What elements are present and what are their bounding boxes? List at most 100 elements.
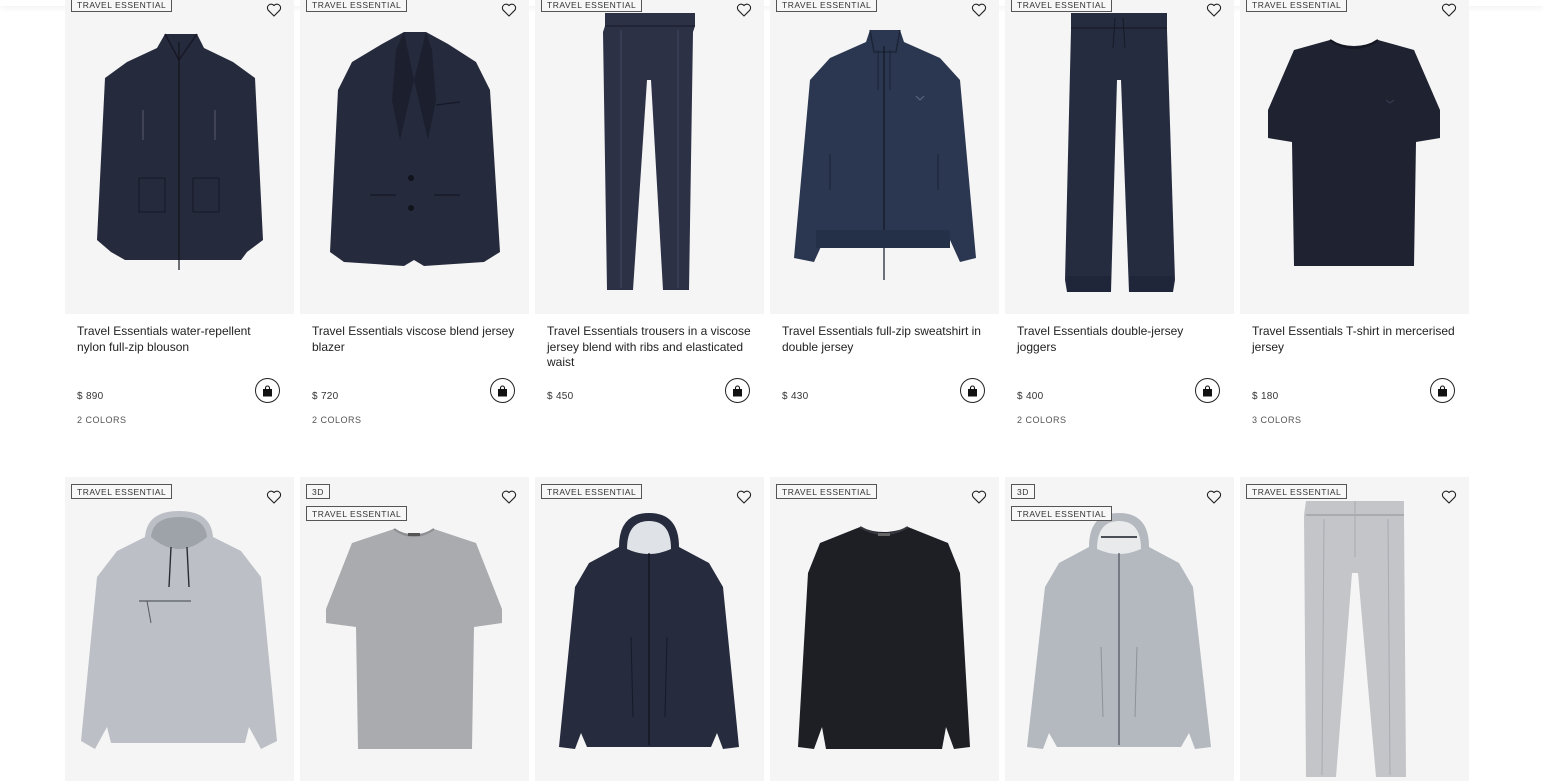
garment-trousers-grey-image <box>1304 501 1406 777</box>
product-title[interactable]: Travel Essentials full-zip sweatshirt in… <box>782 324 987 355</box>
garment-sweater-image <box>798 526 970 749</box>
product-colors: 2 COLORS <box>77 415 127 425</box>
product-image[interactable]: 3D TRAVEL ESSENTIAL <box>1005 477 1234 781</box>
heart-icon[interactable] <box>736 489 752 505</box>
garment-sweatshirt-image <box>794 29 976 280</box>
product-colors: 2 COLORS <box>1017 415 1067 425</box>
product-tags: TRAVEL ESSENTIAL <box>306 0 408 12</box>
product-image[interactable]: TRAVEL ESSENTIAL <box>65 477 294 781</box>
product-colors: 3 COLORS <box>1252 415 1302 425</box>
shopping-bag-icon <box>498 384 507 396</box>
product-tags: TRAVEL ESSENTIAL <box>541 0 643 12</box>
garment-hoodie-image <box>81 511 277 749</box>
product-tag: TRAVEL ESSENTIAL <box>1011 0 1113 12</box>
garment-blazer-image <box>330 32 500 266</box>
garment-tshirt-grey-image <box>326 528 502 749</box>
product-tags: TRAVEL ESSENTIAL <box>71 484 173 499</box>
product-title[interactable]: Travel Essentials viscose blend jersey b… <box>312 324 517 355</box>
add-to-bag-button[interactable] <box>490 378 515 403</box>
product-image[interactable]: TRAVEL ESSENTIAL <box>1240 477 1469 781</box>
add-to-bag-button[interactable] <box>725 378 750 403</box>
product-card[interactable]: TRAVEL ESSENTIAL <box>1240 477 1469 781</box>
garment-joggers-image <box>1065 13 1175 292</box>
add-to-bag-button[interactable] <box>960 378 985 403</box>
product-image[interactable]: TRAVEL ESSENTIAL <box>535 0 764 314</box>
product-image[interactable]: TRAVEL ESSENTIAL <box>65 0 294 314</box>
product-tag: TRAVEL ESSENTIAL <box>541 0 643 12</box>
product-card[interactable]: TRAVEL ESSENTIAL <box>65 477 294 781</box>
product-tag: TRAVEL ESSENTIAL <box>71 0 173 12</box>
product-tag: TRAVEL ESSENTIAL <box>1246 0 1348 12</box>
product-title[interactable]: Travel Essentials double-jersey joggers <box>1017 324 1222 355</box>
product-title[interactable]: Travel Essentials trousers in a viscose … <box>547 324 752 371</box>
product-tags: TRAVEL ESSENTIAL <box>541 484 643 499</box>
product-grid-row-1: TRAVEL ESSENTIAL Travel Essentials water… <box>65 0 1469 467</box>
product-price: $ 450 <box>547 391 574 402</box>
product-card[interactable]: TRAVEL ESSENTIAL <box>535 477 764 781</box>
product-card[interactable]: 3D TRAVEL ESSENTIAL <box>1005 477 1234 781</box>
product-tags: TRAVEL ESSENTIAL <box>71 0 173 12</box>
add-to-bag-button[interactable] <box>1195 378 1220 403</box>
shopping-bag-icon <box>733 384 742 396</box>
product-price: $ 430 <box>782 391 809 402</box>
shopping-bag-icon <box>263 384 272 396</box>
product-image[interactable]: TRAVEL ESSENTIAL <box>535 477 764 781</box>
shopping-bag-icon <box>968 384 977 396</box>
product-tag: 3D <box>1011 484 1035 499</box>
add-to-bag-button[interactable] <box>255 378 280 403</box>
product-image[interactable]: TRAVEL ESSENTIAL <box>1240 0 1469 314</box>
garment-tshirt-image <box>1268 39 1440 266</box>
product-colors: 2 COLORS <box>312 415 362 425</box>
heart-icon[interactable] <box>501 489 517 505</box>
product-tags: TRAVEL ESSENTIAL <box>776 0 878 12</box>
product-tag: TRAVEL ESSENTIAL <box>306 506 408 521</box>
product-card[interactable]: TRAVEL ESSENTIAL Travel Essentials water… <box>65 0 294 467</box>
product-price: $ 890 <box>77 391 104 402</box>
garment-trousers-image <box>603 13 695 290</box>
product-tags: TRAVEL ESSENTIAL <box>1246 484 1348 499</box>
product-tags: TRAVEL ESSENTIAL <box>1011 0 1113 12</box>
product-image[interactable]: TRAVEL ESSENTIAL <box>770 477 999 781</box>
product-card[interactable]: TRAVEL ESSENTIAL Travel Essentials trous… <box>535 0 764 467</box>
add-to-bag-button[interactable] <box>1430 378 1455 403</box>
product-grid-row-2: TRAVEL ESSENTIAL 3D TRAVEL ESSENTIAL TRA… <box>65 477 1469 781</box>
heart-icon[interactable] <box>1441 489 1457 505</box>
product-card[interactable]: TRAVEL ESSENTIAL Travel Essentials full-… <box>770 0 999 467</box>
shopping-bag-icon <box>1438 384 1447 396</box>
product-price: $ 400 <box>1017 391 1044 402</box>
heart-icon[interactable] <box>266 489 282 505</box>
heart-icon[interactable] <box>501 2 517 18</box>
product-price: $ 720 <box>312 391 339 402</box>
heart-icon[interactable] <box>971 2 987 18</box>
product-card[interactable]: TRAVEL ESSENTIAL Travel Essentials doubl… <box>1005 0 1234 467</box>
product-title[interactable]: Travel Essentials water-repellent nylon … <box>77 324 282 355</box>
product-card[interactable]: TRAVEL ESSENTIAL Travel Essentials visco… <box>300 0 529 467</box>
heart-icon[interactable] <box>266 2 282 18</box>
shopping-bag-icon <box>1203 384 1212 396</box>
product-price: $ 180 <box>1252 391 1279 402</box>
product-card[interactable]: TRAVEL ESSENTIAL <box>770 477 999 781</box>
product-card[interactable]: 3D TRAVEL ESSENTIAL <box>300 477 529 781</box>
product-title[interactable]: Travel Essentials T-shirt in mercerised … <box>1252 324 1457 355</box>
garment-blouson-image <box>97 33 263 270</box>
heart-icon[interactable] <box>1206 2 1222 18</box>
product-tags: TRAVEL ESSENTIAL <box>1246 0 1348 12</box>
product-tag: TRAVEL ESSENTIAL <box>1246 484 1348 499</box>
product-tag: TRAVEL ESSENTIAL <box>776 0 878 12</box>
heart-icon[interactable] <box>1206 489 1222 505</box>
product-tag: TRAVEL ESSENTIAL <box>71 484 173 499</box>
product-image[interactable]: TRAVEL ESSENTIAL <box>1005 0 1234 314</box>
heart-icon[interactable] <box>1441 2 1457 18</box>
product-tag: TRAVEL ESSENTIAL <box>306 0 408 12</box>
product-card[interactable]: TRAVEL ESSENTIAL Travel Essentials T-shi… <box>1240 0 1469 467</box>
product-tag: TRAVEL ESSENTIAL <box>776 484 878 499</box>
product-image[interactable]: TRAVEL ESSENTIAL <box>300 0 529 314</box>
product-tag: 3D <box>306 484 330 499</box>
product-tag: TRAVEL ESSENTIAL <box>1011 506 1113 521</box>
product-image[interactable]: TRAVEL ESSENTIAL <box>770 0 999 314</box>
product-tags: 3D TRAVEL ESSENTIAL <box>1011 484 1113 521</box>
garment-hooded-jacket-image <box>559 513 739 749</box>
product-image[interactable]: 3D TRAVEL ESSENTIAL <box>300 477 529 781</box>
heart-icon[interactable] <box>971 489 987 505</box>
heart-icon[interactable] <box>736 2 752 18</box>
